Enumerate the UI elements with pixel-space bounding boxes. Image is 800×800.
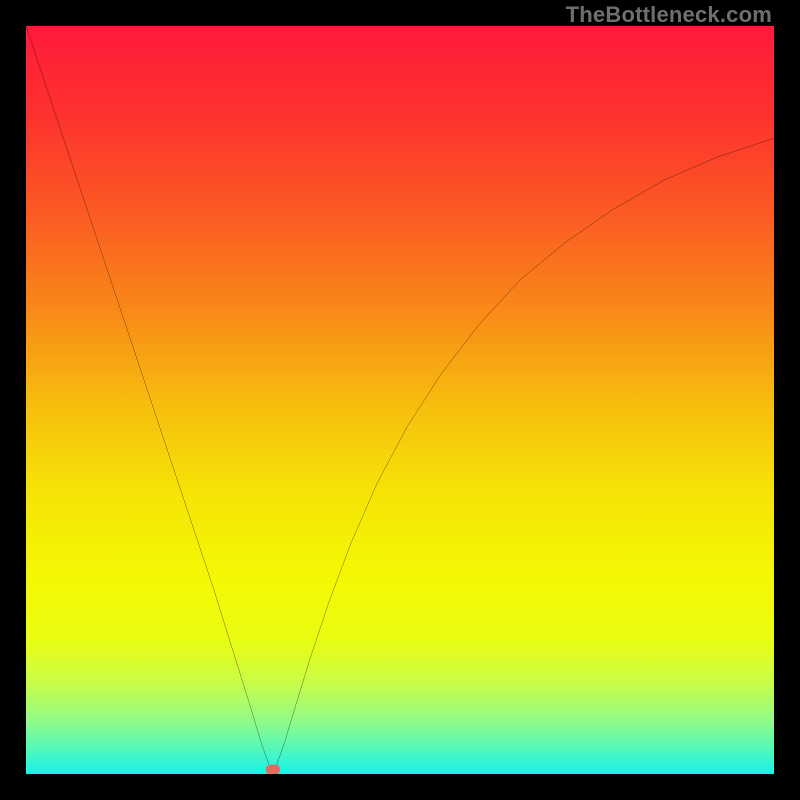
watermark-text: TheBottleneck.com [566, 2, 772, 28]
chart-frame: TheBottleneck.com [0, 0, 800, 800]
minimum-marker [266, 765, 280, 774]
bottleneck-chart [26, 26, 774, 774]
plot-area [26, 26, 774, 774]
chart-background [26, 26, 774, 774]
